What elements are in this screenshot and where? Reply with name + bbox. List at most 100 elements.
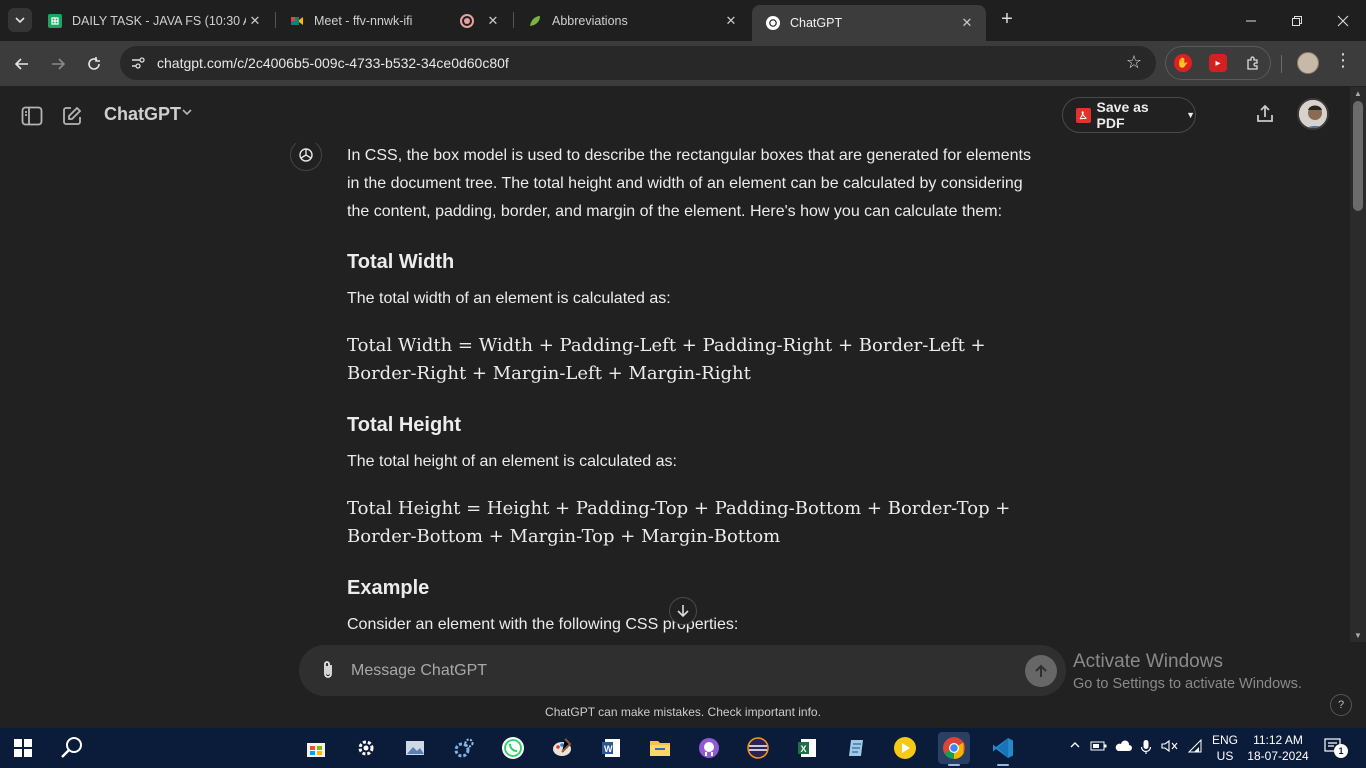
close-tab-icon[interactable]: ✕	[246, 13, 264, 29]
paint-icon[interactable]	[546, 732, 578, 764]
browser-tab-abbreviations[interactable]: Abbreviations ✕	[514, 5, 750, 36]
show-hidden-icons-chevron-icon[interactable]	[1069, 739, 1081, 754]
intro-paragraph: In CSS, the box model is used to describ…	[347, 147, 1031, 220]
tab-title: Meet - ffv-nnwk-ifi	[314, 13, 413, 28]
paperclip-icon[interactable]	[317, 659, 339, 681]
help-button[interactable]: ?	[1330, 694, 1352, 716]
puzzle-extensions-icon[interactable]	[1244, 54, 1262, 72]
total-height-formula: Total Height = Height + Padding-Top + Pa…	[347, 495, 1047, 551]
eclipse-icon[interactable]	[742, 732, 774, 764]
leaf-icon	[528, 14, 542, 28]
reload-button[interactable]	[81, 51, 107, 77]
scrollbar-thumb[interactable]	[1353, 101, 1363, 211]
user-avatar[interactable]	[1297, 98, 1329, 130]
conversation-area: In CSS, the box model is used to describ…	[0, 143, 1350, 640]
model-selector[interactable]: ChatGPT	[104, 104, 181, 125]
browser-tab-daily-task[interactable]: DAILY TASK - JAVA FS (10:30 AM ✕	[34, 5, 274, 36]
chrome-icon[interactable]	[938, 732, 970, 766]
openai-icon	[766, 16, 780, 30]
forward-button[interactable]	[45, 51, 71, 77]
wifi-icon[interactable]	[1187, 738, 1205, 756]
close-tab-icon[interactable]: ✕	[722, 13, 740, 29]
minimize-button[interactable]	[1228, 0, 1274, 41]
word-icon[interactable]: W	[595, 732, 627, 764]
save-as-pdf-label: Save as PDF	[1096, 99, 1149, 131]
new-tab-button[interactable]: +	[996, 9, 1018, 31]
browser-tab-chatgpt[interactable]: ChatGPT ✕	[752, 5, 986, 41]
total-height-text: The total height of an element is calcul…	[347, 453, 677, 470]
notification-center-icon[interactable]: 1	[1324, 738, 1348, 759]
example-heading: Example	[347, 577, 430, 599]
page-scrollbar[interactable]: ▲ ▼	[1350, 87, 1366, 642]
adblock-extension-icon[interactable]: ✋	[1174, 54, 1192, 72]
language-indicator[interactable]: ENG US	[1210, 732, 1240, 764]
active-app-indicator	[948, 764, 960, 766]
close-tab-icon[interactable]: ✕	[958, 15, 976, 31]
notification-count-badge: 1	[1334, 744, 1348, 758]
language-code: ENG	[1211, 733, 1238, 747]
github-icon[interactable]	[693, 732, 725, 764]
browser-tab-meet[interactable]: Meet - ffv-nnwk-ifi ✕	[276, 5, 512, 36]
windows-start-icon[interactable]	[14, 739, 32, 757]
recording-icon	[460, 13, 474, 28]
clock[interactable]: 11:12 AM 18-07-2024	[1246, 732, 1310, 764]
photos-icon[interactable]	[399, 732, 431, 764]
notepad-icon[interactable]	[840, 732, 872, 764]
address-bar[interactable]: chatgpt.com/c/2c4006b5-009c-4733-b532-34…	[120, 46, 1156, 80]
battery-icon[interactable]	[1090, 739, 1108, 756]
onedrive-icon[interactable]	[1114, 739, 1132, 756]
scroll-up-icon[interactable]: ▲	[1354, 89, 1362, 98]
settings-icon[interactable]	[350, 732, 382, 764]
example-text: Consider an element with the following C…	[347, 616, 739, 633]
browser-profile-avatar[interactable]	[1297, 52, 1319, 74]
arrow-down-icon	[677, 605, 689, 618]
chatgpt-header: ChatGPT Save as PDF ▼	[0, 87, 1350, 143]
chevron-down-icon[interactable]	[181, 106, 193, 121]
total-height-heading: Total Height	[347, 414, 462, 436]
activate-windows-title: Activate Windows	[1073, 651, 1223, 672]
site-settings-icon[interactable]	[130, 55, 146, 71]
store-icon[interactable]	[300, 732, 332, 764]
active-app-indicator	[997, 764, 1009, 766]
restore-button[interactable]	[1274, 0, 1320, 41]
back-button[interactable]	[9, 51, 35, 77]
speaker-muted-icon[interactable]	[1161, 739, 1179, 756]
restore-icon	[1292, 15, 1302, 26]
media-player-icon[interactable]	[889, 732, 921, 764]
scroll-down-icon[interactable]: ▼	[1354, 631, 1362, 640]
url-text: chatgpt.com/c/2c4006b5-009c-4733-b532-34…	[157, 55, 509, 71]
svg-text:X: X	[801, 744, 807, 754]
message-composer	[299, 645, 1066, 696]
svg-text:W: W	[604, 744, 613, 754]
activate-windows-subtitle: Go to Settings to activate Windows.	[1073, 676, 1302, 692]
extensions-group: ✋ ▸	[1165, 46, 1271, 80]
close-window-button[interactable]	[1320, 0, 1366, 41]
arrow-right-icon	[52, 58, 66, 70]
new-chat-icon[interactable]	[60, 104, 84, 128]
control-panel-icon[interactable]	[448, 732, 480, 764]
share-icon[interactable]	[1254, 103, 1276, 125]
reload-icon	[88, 57, 100, 70]
formula-line: Border-Right + Margin-Left + Margin-Righ…	[347, 363, 751, 384]
file-explorer-icon[interactable]	[644, 732, 676, 764]
arrow-up-icon	[1035, 664, 1047, 677]
clock-time: 11:12 AM	[1253, 733, 1303, 747]
tab-search-button[interactable]	[8, 8, 32, 32]
formula-line: Border-Bottom + Margin-Top + Margin-Bott…	[347, 526, 781, 547]
excel-icon[interactable]: X	[791, 732, 823, 764]
chevron-down-icon	[15, 17, 25, 24]
scroll-to-bottom-button[interactable]	[669, 597, 697, 625]
microphone-icon[interactable]	[1140, 739, 1152, 758]
pdf-extension-icon[interactable]: ▸	[1209, 54, 1227, 72]
message-input[interactable]	[351, 659, 991, 683]
vscode-icon[interactable]	[987, 732, 1019, 766]
whatsapp-icon[interactable]	[497, 732, 529, 764]
send-button[interactable]	[1025, 655, 1057, 687]
clock-date: 18-07-2024	[1247, 749, 1309, 763]
taskbar-search-icon[interactable]	[58, 734, 86, 762]
bookmark-star-icon[interactable]: ☆	[1126, 52, 1142, 73]
save-as-pdf-button[interactable]: Save as PDF ▼	[1062, 97, 1196, 133]
close-tab-icon[interactable]: ✕	[484, 13, 502, 29]
sidebar-toggle-icon[interactable]	[20, 104, 44, 128]
browser-menu-icon[interactable]: ⋮	[1334, 50, 1352, 71]
